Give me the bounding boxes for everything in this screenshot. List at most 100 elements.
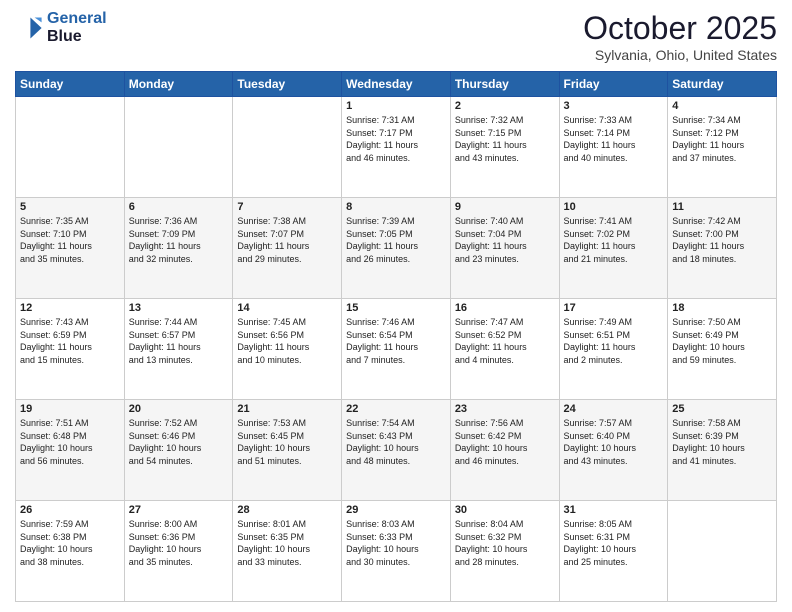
day-info: Sunrise: 7:36 AM Sunset: 7:09 PM Dayligh… bbox=[129, 215, 229, 265]
day-number: 27 bbox=[129, 504, 229, 516]
calendar-day-28: 28 Sunrise: 8:01 AM Sunset: 6:35 PM Dayli… bbox=[233, 501, 342, 602]
day-info: Sunrise: 8:03 AM Sunset: 6:33 PM Dayligh… bbox=[346, 518, 446, 568]
day-info: Sunrise: 7:46 AM Sunset: 6:54 PM Dayligh… bbox=[346, 316, 446, 366]
calendar-day-24: 24 Sunrise: 7:57 AM Sunset: 6:40 PM Dayli… bbox=[559, 400, 668, 501]
location-title: Sylvania, Ohio, United States bbox=[583, 47, 777, 63]
day-info: Sunrise: 7:54 AM Sunset: 6:43 PM Dayligh… bbox=[346, 417, 446, 467]
day-info: Sunrise: 7:59 AM Sunset: 6:38 PM Dayligh… bbox=[20, 518, 120, 568]
day-info: Sunrise: 7:50 AM Sunset: 6:49 PM Dayligh… bbox=[672, 316, 772, 366]
day-number: 10 bbox=[564, 201, 664, 213]
calendar-week-5: 26Sunrise: 7:59 AM Sunset: 6:38 PM Dayli… bbox=[16, 501, 777, 602]
day-info: Sunrise: 7:43 AM Sunset: 6:59 PM Dayligh… bbox=[20, 316, 120, 366]
day-info: Sunrise: 7:40 AM Sunset: 7:04 PM Dayligh… bbox=[455, 215, 555, 265]
day-number: 30 bbox=[455, 504, 555, 516]
empty-cell bbox=[233, 97, 342, 198]
calendar-day-30: 30Sunrise: 8:04 AM Sunset: 6:32 PM Dayli… bbox=[450, 501, 559, 602]
calendar-day-13: 13Sunrise: 7:44 AM Sunset: 6:57 PM Dayli… bbox=[124, 299, 233, 400]
day-number: 1 bbox=[346, 100, 446, 112]
day-number: 16 bbox=[455, 302, 555, 314]
day-header-wednesday: Wednesday bbox=[342, 72, 451, 97]
title-block: October 2025 Sylvania, Ohio, United Stat… bbox=[583, 10, 777, 63]
calendar-week-2: 5Sunrise: 7:35 AM Sunset: 7:10 PM Daylig… bbox=[16, 198, 777, 299]
calendar-day-4: 4 Sunrise: 7:34 AM Sunset: 7:12 PM Daylig… bbox=[668, 97, 777, 198]
calendar-day-19: 19 Sunrise: 7:51 AM Sunset: 6:48 PM Dayli… bbox=[16, 400, 125, 501]
day-number: 12 bbox=[20, 302, 120, 314]
page: General Blue October 2025 Sylvania, Ohio… bbox=[0, 0, 792, 612]
header: General Blue October 2025 Sylvania, Ohio… bbox=[15, 10, 777, 63]
day-header-monday: Monday bbox=[124, 72, 233, 97]
calendar-week-3: 12 Sunrise: 7:43 AM Sunset: 6:59 PM Dayli… bbox=[16, 299, 777, 400]
day-info: Sunrise: 7:56 AM Sunset: 6:42 PM Dayligh… bbox=[455, 417, 555, 467]
calendar-day-6: 6Sunrise: 7:36 AM Sunset: 7:09 PM Daylig… bbox=[124, 198, 233, 299]
day-info: Sunrise: 7:39 AM Sunset: 7:05 PM Dayligh… bbox=[346, 215, 446, 265]
calendar-day-29: 29 Sunrise: 8:03 AM Sunset: 6:33 PM Dayli… bbox=[342, 501, 451, 602]
day-number: 28 bbox=[237, 504, 337, 516]
day-number: 3 bbox=[564, 100, 664, 112]
calendar-day-16: 16 Sunrise: 7:47 AM Sunset: 6:52 PM Dayli… bbox=[450, 299, 559, 400]
day-header-thursday: Thursday bbox=[450, 72, 559, 97]
day-number: 29 bbox=[346, 504, 446, 516]
day-number: 17 bbox=[564, 302, 664, 314]
calendar-day-3: 3Sunrise: 7:33 AM Sunset: 7:14 PM Daylig… bbox=[559, 97, 668, 198]
day-number: 11 bbox=[672, 201, 772, 213]
day-info: Sunrise: 7:52 AM Sunset: 6:46 PM Dayligh… bbox=[129, 417, 229, 467]
day-info: Sunrise: 7:31 AM Sunset: 7:17 PM Dayligh… bbox=[346, 114, 446, 164]
logo: General Blue bbox=[15, 10, 107, 45]
day-info: Sunrise: 7:38 AM Sunset: 7:07 PM Dayligh… bbox=[237, 215, 337, 265]
day-info: Sunrise: 7:41 AM Sunset: 7:02 PM Dayligh… bbox=[564, 215, 664, 265]
day-number: 21 bbox=[237, 403, 337, 415]
day-number: 20 bbox=[129, 403, 229, 415]
calendar-day-5: 5Sunrise: 7:35 AM Sunset: 7:10 PM Daylig… bbox=[16, 198, 125, 299]
day-info: Sunrise: 7:53 AM Sunset: 6:45 PM Dayligh… bbox=[237, 417, 337, 467]
empty-cell bbox=[124, 97, 233, 198]
calendar-day-9: 9 Sunrise: 7:40 AM Sunset: 7:04 PM Daylig… bbox=[450, 198, 559, 299]
calendar-day-31: 31Sunrise: 8:05 AM Sunset: 6:31 PM Dayli… bbox=[559, 501, 668, 602]
day-number: 15 bbox=[346, 302, 446, 314]
day-info: Sunrise: 7:34 AM Sunset: 7:12 PM Dayligh… bbox=[672, 114, 772, 164]
day-number: 19 bbox=[20, 403, 120, 415]
logo-text: General Blue bbox=[47, 10, 107, 45]
day-info: Sunrise: 7:51 AM Sunset: 6:48 PM Dayligh… bbox=[20, 417, 120, 467]
day-info: Sunrise: 7:35 AM Sunset: 7:10 PM Dayligh… bbox=[20, 215, 120, 265]
day-info: Sunrise: 8:01 AM Sunset: 6:35 PM Dayligh… bbox=[237, 518, 337, 568]
calendar-day-11: 11 Sunrise: 7:42 AM Sunset: 7:00 PM Dayli… bbox=[668, 198, 777, 299]
day-number: 22 bbox=[346, 403, 446, 415]
calendar-day-2: 2Sunrise: 7:32 AM Sunset: 7:15 PM Daylig… bbox=[450, 97, 559, 198]
day-header-sunday: Sunday bbox=[16, 72, 125, 97]
day-number: 23 bbox=[455, 403, 555, 415]
day-number: 4 bbox=[672, 100, 772, 112]
day-number: 31 bbox=[564, 504, 664, 516]
day-header-saturday: Saturday bbox=[668, 72, 777, 97]
day-info: Sunrise: 7:57 AM Sunset: 6:40 PM Dayligh… bbox=[564, 417, 664, 467]
calendar-week-4: 19 Sunrise: 7:51 AM Sunset: 6:48 PM Dayli… bbox=[16, 400, 777, 501]
day-info: Sunrise: 7:47 AM Sunset: 6:52 PM Dayligh… bbox=[455, 316, 555, 366]
calendar-day-12: 12 Sunrise: 7:43 AM Sunset: 6:59 PM Dayli… bbox=[16, 299, 125, 400]
day-info: Sunrise: 7:42 AM Sunset: 7:00 PM Dayligh… bbox=[672, 215, 772, 265]
calendar-day-23: 23 Sunrise: 7:56 AM Sunset: 6:42 PM Dayli… bbox=[450, 400, 559, 501]
calendar-day-26: 26Sunrise: 7:59 AM Sunset: 6:38 PM Dayli… bbox=[16, 501, 125, 602]
calendar-day-7: 7Sunrise: 7:38 AM Sunset: 7:07 PM Daylig… bbox=[233, 198, 342, 299]
calendar-day-1: 1 Sunrise: 7:31 AM Sunset: 7:17 PM Daylig… bbox=[342, 97, 451, 198]
calendar-day-8: 8 Sunrise: 7:39 AM Sunset: 7:05 PM Daylig… bbox=[342, 198, 451, 299]
day-info: Sunrise: 7:45 AM Sunset: 6:56 PM Dayligh… bbox=[237, 316, 337, 366]
month-title: October 2025 bbox=[583, 10, 777, 47]
calendar-week-1: 1 Sunrise: 7:31 AM Sunset: 7:17 PM Daylig… bbox=[16, 97, 777, 198]
day-number: 18 bbox=[672, 302, 772, 314]
calendar-header-row: SundayMondayTuesdayWednesdayThursdayFrid… bbox=[16, 72, 777, 97]
day-info: Sunrise: 7:49 AM Sunset: 6:51 PM Dayligh… bbox=[564, 316, 664, 366]
day-header-friday: Friday bbox=[559, 72, 668, 97]
calendar-day-22: 22 Sunrise: 7:54 AM Sunset: 6:43 PM Dayli… bbox=[342, 400, 451, 501]
calendar-table: SundayMondayTuesdayWednesdayThursdayFrid… bbox=[15, 71, 777, 602]
calendar-day-20: 20 Sunrise: 7:52 AM Sunset: 6:46 PM Dayli… bbox=[124, 400, 233, 501]
day-info: Sunrise: 7:44 AM Sunset: 6:57 PM Dayligh… bbox=[129, 316, 229, 366]
day-number: 24 bbox=[564, 403, 664, 415]
day-number: 8 bbox=[346, 201, 446, 213]
day-number: 14 bbox=[237, 302, 337, 314]
logo-icon bbox=[15, 14, 43, 42]
day-number: 9 bbox=[455, 201, 555, 213]
calendar-day-25: 25Sunrise: 7:58 AM Sunset: 6:39 PM Dayli… bbox=[668, 400, 777, 501]
day-info: Sunrise: 7:32 AM Sunset: 7:15 PM Dayligh… bbox=[455, 114, 555, 164]
day-header-tuesday: Tuesday bbox=[233, 72, 342, 97]
empty-cell bbox=[16, 97, 125, 198]
day-info: Sunrise: 8:00 AM Sunset: 6:36 PM Dayligh… bbox=[129, 518, 229, 568]
